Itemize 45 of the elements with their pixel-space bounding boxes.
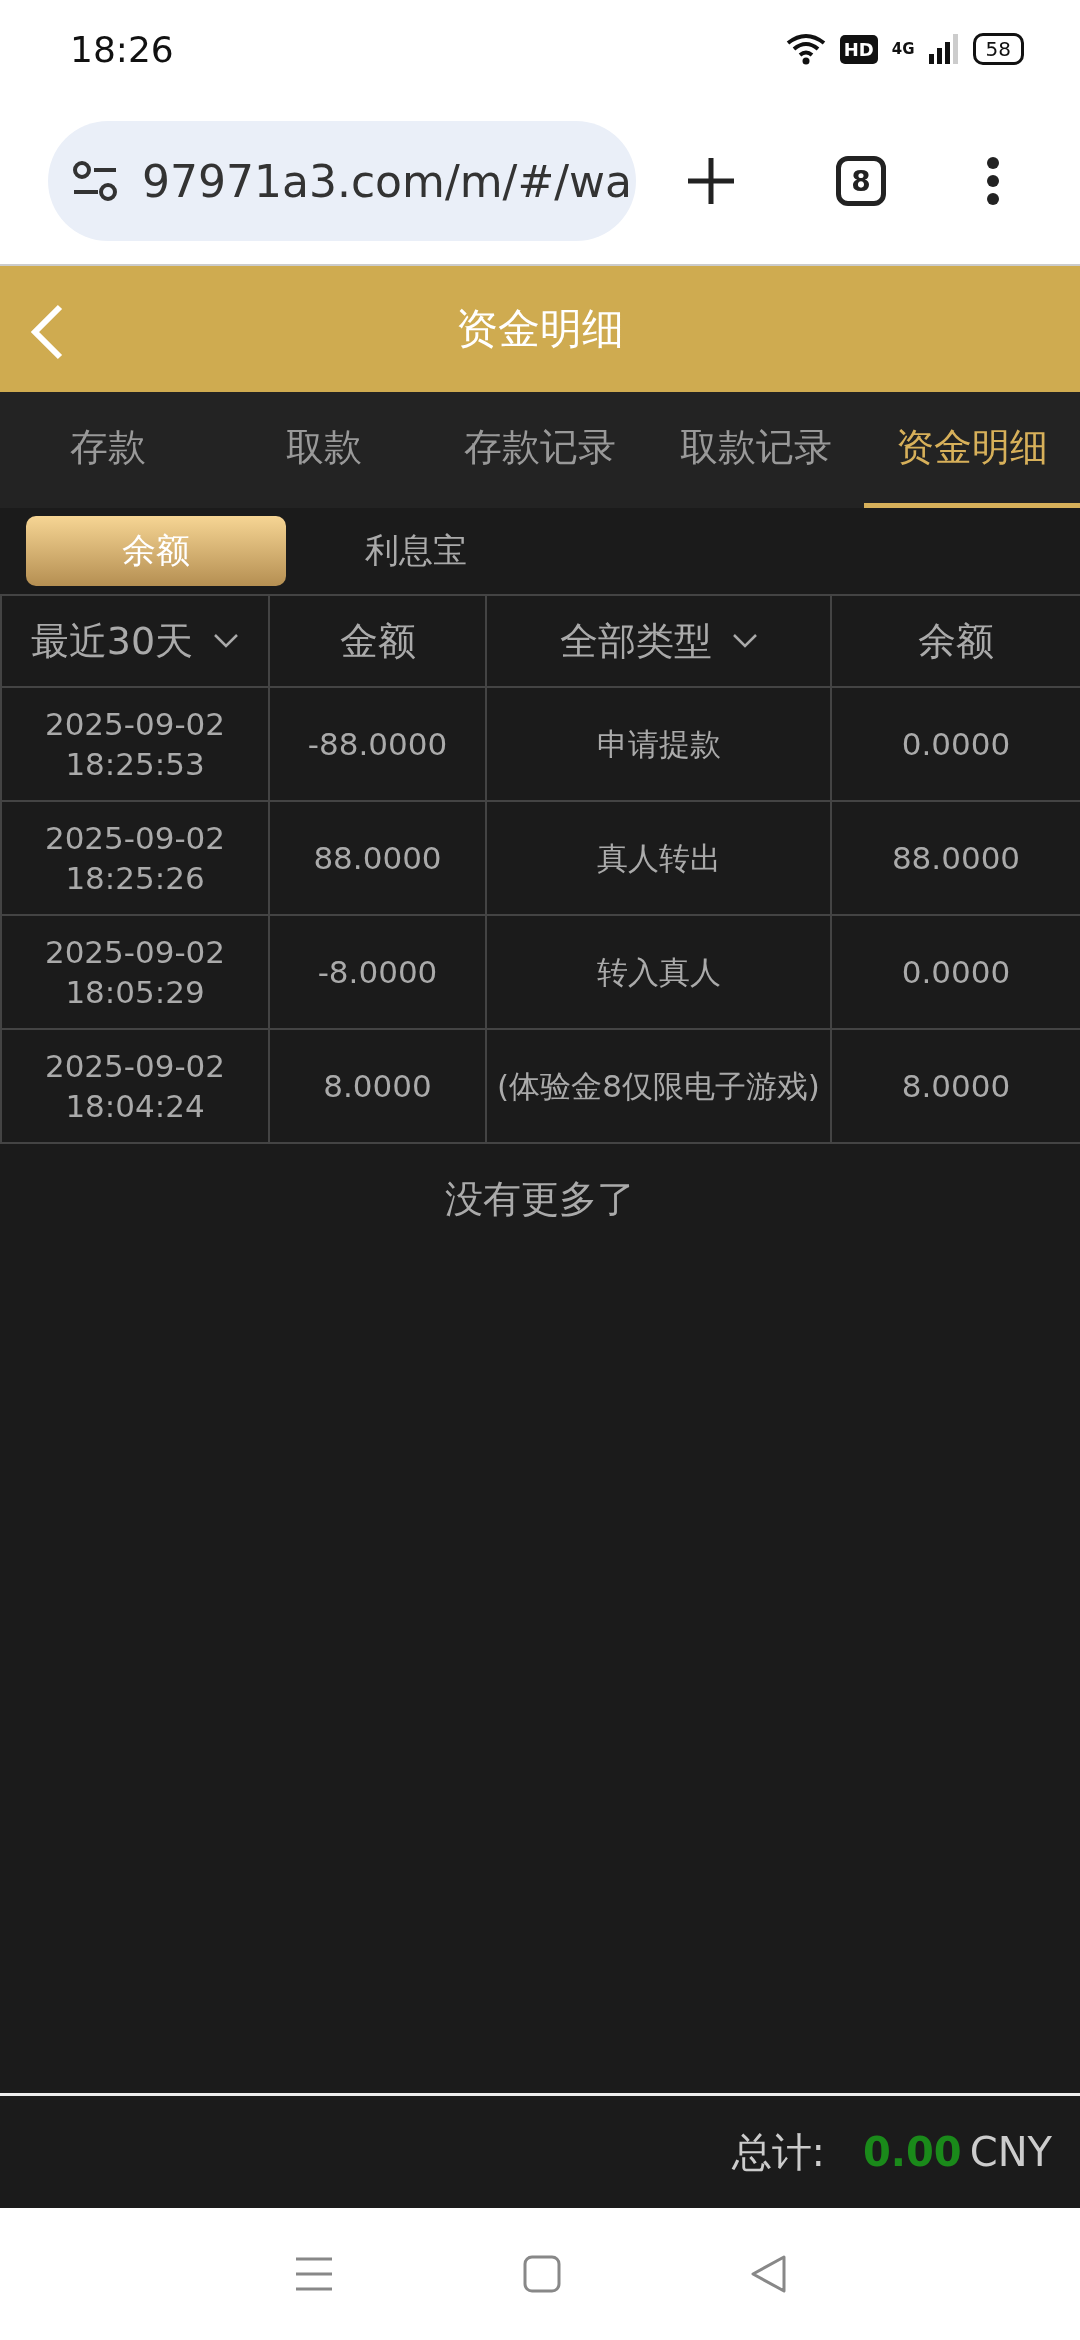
tab[interactable]: 存款记录 [432, 392, 648, 508]
page-title: 资金明细 [456, 303, 624, 355]
table-cell: 2025-09-02 18:05:29 [1, 915, 269, 1029]
column-header: 余额 [831, 595, 1080, 687]
status-time: 18:26 [70, 28, 175, 70]
signal-icon [928, 34, 959, 64]
subtab[interactable]: 利息宝 [286, 516, 546, 586]
table-cell: 8.0000 [269, 1029, 486, 1143]
site-settings-icon[interactable] [72, 161, 118, 201]
url-text: 97971a3.com/m/#/wa [142, 155, 633, 207]
table-cell: -8.0000 [269, 915, 486, 1029]
currency-label: CNY [969, 2129, 1052, 2175]
total-label: 总计: [731, 2127, 825, 2177]
new-tab-icon[interactable] [686, 156, 736, 206]
tab[interactable]: 资金明细 [864, 392, 1080, 508]
back-nav-icon[interactable] [749, 2255, 786, 2293]
table-cell: 2025-09-02 18:25:26 [1, 801, 269, 915]
table-cell: 2025-09-02 18:04:24 [1, 1029, 269, 1143]
table-cell: (体验金8仅限电子游戏) [486, 1029, 831, 1143]
column-header[interactable]: 最近30天 [1, 595, 269, 687]
table-cell: 2025-09-02 18:25:53 [1, 687, 269, 801]
battery-level: 58 [972, 33, 1024, 65]
table-cell: 申请提款 [486, 687, 831, 801]
wifi-icon [785, 33, 826, 65]
tab[interactable]: 取款记录 [648, 392, 864, 508]
no-more-text: 没有更多了 [444, 1176, 636, 1223]
hd-badge: HD [839, 34, 878, 64]
tab[interactable]: 存款 [0, 392, 216, 508]
menu-icon[interactable] [294, 2256, 335, 2292]
chevron-down-icon [731, 633, 758, 649]
column-header: 金额 [269, 595, 486, 687]
back-icon[interactable] [30, 304, 64, 360]
address-bar[interactable]: 97971a3.com/m/#/wa [48, 121, 636, 241]
home-icon[interactable] [523, 2255, 561, 2293]
tab[interactable]: 取款 [216, 392, 432, 508]
column-header[interactable]: 全部类型 [486, 595, 831, 687]
table-cell: 88.0000 [269, 801, 486, 915]
tab-count-button[interactable]: 8 [836, 156, 886, 206]
more-menu-icon[interactable] [986, 156, 1000, 206]
table-cell: 转入真人 [486, 915, 831, 1029]
table-cell: 真人转出 [486, 801, 831, 915]
total-amount: 0.00 [863, 2129, 962, 2175]
chevron-down-icon [213, 633, 240, 649]
network-label: 4G [891, 40, 915, 58]
table-cell: -88.0000 [269, 687, 486, 801]
